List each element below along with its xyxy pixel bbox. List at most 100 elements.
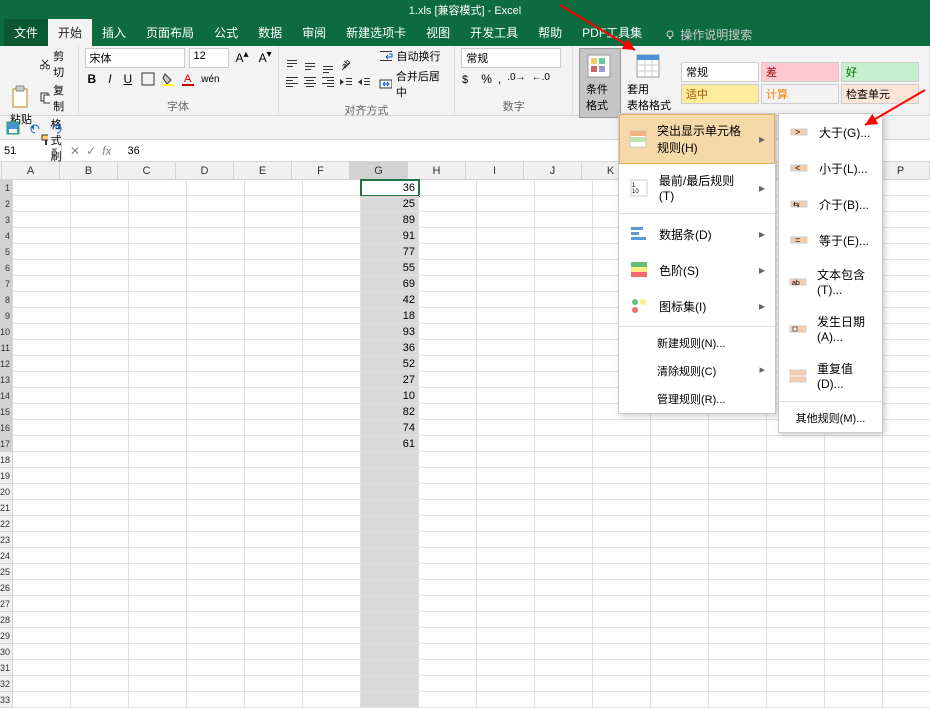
cell[interactable] (129, 420, 187, 436)
cell[interactable] (71, 452, 129, 468)
cell[interactable] (709, 628, 767, 644)
cell[interactable] (419, 692, 477, 708)
row-header[interactable]: 20 (0, 484, 13, 500)
decrease-font-button[interactable]: A▾ (256, 48, 275, 68)
tab-layout[interactable]: 页面布局 (136, 19, 204, 46)
cell[interactable] (651, 452, 709, 468)
cell[interactable] (303, 212, 361, 228)
cell[interactable] (477, 228, 535, 244)
cell[interactable] (883, 660, 930, 676)
cell[interactable] (303, 468, 361, 484)
cell[interactable] (71, 388, 129, 404)
cell[interactable] (13, 308, 71, 324)
align-left-button[interactable] (285, 75, 299, 89)
style-normal[interactable]: 常规 (681, 62, 759, 82)
cell[interactable] (419, 340, 477, 356)
cell[interactable] (361, 500, 419, 516)
row-header[interactable]: 17 (0, 436, 13, 452)
cell[interactable] (593, 660, 651, 676)
cell[interactable] (187, 388, 245, 404)
cell[interactable] (187, 596, 245, 612)
cell[interactable] (535, 180, 593, 196)
redo-button[interactable] (48, 119, 66, 137)
cell[interactable] (709, 516, 767, 532)
tab-data[interactable]: 数据 (248, 19, 292, 46)
cell[interactable] (245, 580, 303, 596)
cell[interactable] (129, 580, 187, 596)
cell[interactable] (477, 484, 535, 500)
cell[interactable] (709, 532, 767, 548)
cell[interactable] (535, 212, 593, 228)
cell[interactable] (13, 612, 71, 628)
cell[interactable] (71, 644, 129, 660)
cell[interactable] (709, 484, 767, 500)
cell[interactable] (535, 644, 593, 660)
cell[interactable] (883, 676, 930, 692)
cell[interactable] (535, 660, 593, 676)
cell[interactable] (419, 356, 477, 372)
cell[interactable] (477, 628, 535, 644)
cell[interactable] (419, 532, 477, 548)
cell[interactable] (419, 420, 477, 436)
cell[interactable] (187, 180, 245, 196)
cell[interactable] (535, 292, 593, 308)
cell[interactable] (13, 692, 71, 708)
cell[interactable]: 25 (361, 196, 419, 212)
menu-less-than[interactable]: < 小于(L)... (779, 150, 882, 186)
cell[interactable] (303, 564, 361, 580)
cell[interactable] (419, 516, 477, 532)
cell[interactable] (709, 564, 767, 580)
cell[interactable] (477, 404, 535, 420)
cell[interactable] (71, 292, 129, 308)
cell[interactable] (535, 484, 593, 500)
cell[interactable] (71, 372, 129, 388)
cell[interactable] (477, 516, 535, 532)
cell[interactable] (129, 484, 187, 500)
cell[interactable] (361, 564, 419, 580)
align-bottom-button[interactable] (321, 59, 335, 73)
cell[interactable] (361, 644, 419, 660)
cell[interactable] (883, 692, 930, 708)
cell[interactable] (303, 308, 361, 324)
format-as-table-button[interactable]: 套用 表格格式 (621, 49, 677, 117)
cell[interactable] (303, 516, 361, 532)
row-header[interactable]: 10 (0, 324, 13, 340)
cell[interactable] (883, 644, 930, 660)
cell[interactable] (883, 276, 930, 292)
cell[interactable] (129, 308, 187, 324)
cell[interactable] (71, 276, 129, 292)
cell[interactable] (883, 596, 930, 612)
cell[interactable] (883, 180, 930, 196)
cell[interactable] (825, 596, 883, 612)
cell[interactable] (883, 548, 930, 564)
cell[interactable] (187, 356, 245, 372)
cell[interactable] (767, 452, 825, 468)
font-color-button[interactable]: A (181, 72, 195, 86)
cell[interactable] (477, 436, 535, 452)
cell[interactable] (477, 532, 535, 548)
cell[interactable] (187, 404, 245, 420)
copy-button[interactable]: 复制 (40, 82, 72, 114)
cell[interactable] (13, 388, 71, 404)
cell[interactable] (535, 564, 593, 580)
row-header[interactable]: 31 (0, 660, 13, 676)
cell[interactable] (767, 596, 825, 612)
cell[interactable] (187, 260, 245, 276)
cell[interactable] (245, 548, 303, 564)
cell[interactable] (419, 628, 477, 644)
cell[interactable] (477, 340, 535, 356)
cell[interactable] (883, 420, 930, 436)
tell-me-search[interactable]: 操作说明搜索 (664, 26, 752, 43)
cell[interactable] (13, 484, 71, 500)
cell[interactable] (129, 500, 187, 516)
cell[interactable] (767, 548, 825, 564)
cell[interactable] (709, 436, 767, 452)
cell[interactable] (245, 244, 303, 260)
cell[interactable] (535, 500, 593, 516)
cell[interactable] (303, 372, 361, 388)
cell[interactable] (13, 452, 71, 468)
cell[interactable] (129, 452, 187, 468)
cell[interactable] (477, 612, 535, 628)
row-header[interactable]: 4 (0, 228, 13, 244)
cell[interactable] (361, 452, 419, 468)
